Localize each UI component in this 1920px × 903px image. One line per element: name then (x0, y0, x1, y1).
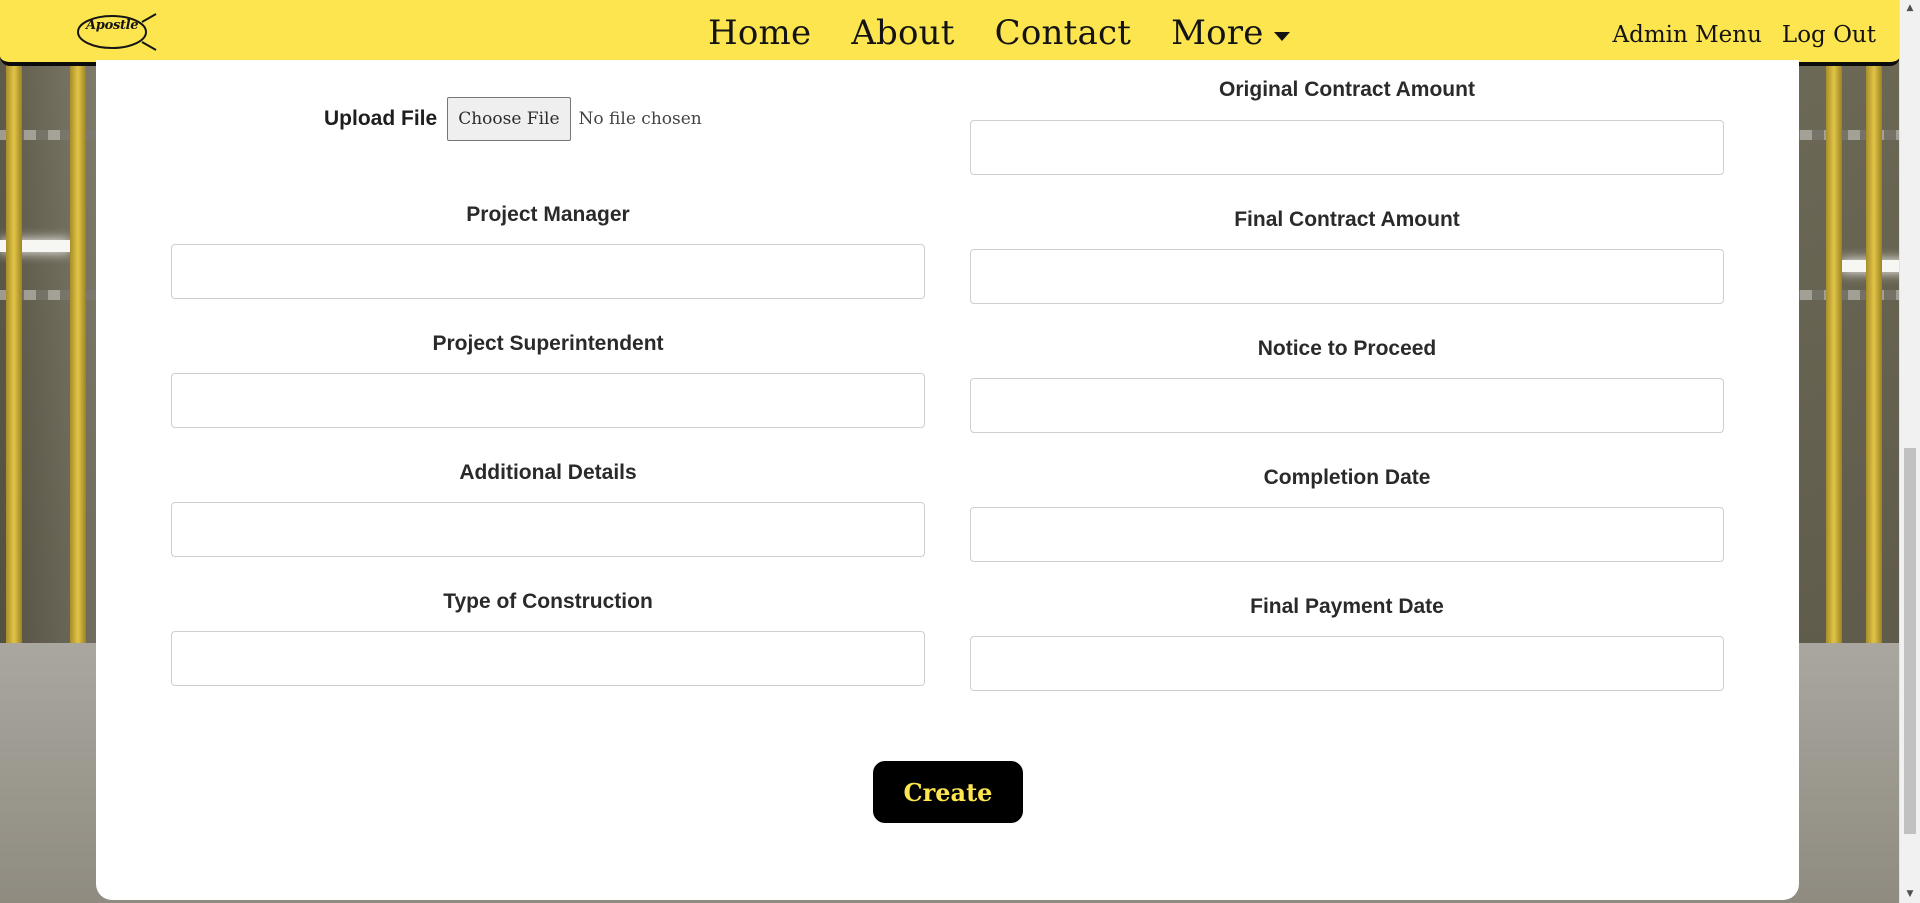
choose-file-button[interactable]: Choose File (447, 97, 571, 141)
nav-about-link[interactable]: About (851, 10, 954, 56)
user-nav: Admin Menu Log Out (1613, 20, 1877, 50)
notice-to-proceed-input[interactable] (970, 378, 1724, 433)
nav-contact-link[interactable]: Contact (995, 10, 1131, 56)
logo-text: Apostle (86, 18, 139, 33)
type-of-construction-label: Type of Construction (443, 590, 653, 613)
project-manager-input[interactable] (171, 244, 925, 299)
chevron-down-icon (1273, 31, 1290, 41)
additional-details-input[interactable] (171, 502, 925, 557)
project-manager-label: Project Manager (466, 203, 630, 226)
top-navbar: Apostle Home About Contact More Admin Me… (0, 0, 1900, 66)
original-contract-amount-label: Original Contract Amount (1219, 78, 1475, 101)
upload-file-row: Upload File Choose File No file chosen (324, 97, 702, 141)
final-contract-amount-input[interactable] (970, 249, 1724, 304)
scroll-up-arrow-icon[interactable]: ▲ (1900, 0, 1920, 17)
upload-file-label: Upload File (324, 107, 438, 130)
notice-to-proceed-label: Notice to Proceed (1257, 337, 1437, 360)
scroll-down-arrow-icon[interactable]: ▼ (1900, 886, 1920, 903)
completion-date-label: Completion Date (1263, 466, 1431, 489)
main-nav: Home About Contact More (708, 10, 1290, 56)
project-form-card: Upload File Choose File No file chosen P… (96, 60, 1799, 900)
scrollbar-thumb[interactable] (1904, 448, 1916, 834)
project-superintendent-input[interactable] (171, 373, 925, 428)
additional-details-label: Additional Details (459, 461, 637, 484)
nav-home-link[interactable]: Home (708, 10, 811, 56)
page-scrollbar[interactable]: ▲ ▼ (1899, 0, 1920, 903)
final-contract-amount-label: Final Contract Amount (1234, 208, 1460, 231)
nav-more-label: More (1171, 13, 1264, 53)
admin-menu-link[interactable]: Admin Menu (1613, 20, 1762, 50)
final-payment-date-label: Final Payment Date (1250, 595, 1444, 618)
nav-more-dropdown[interactable]: More (1171, 10, 1290, 56)
logout-link[interactable]: Log Out (1782, 20, 1876, 50)
project-superintendent-label: Project Superintendent (432, 332, 664, 355)
final-payment-date-input[interactable] (970, 636, 1724, 691)
file-status-text: No file chosen (578, 109, 702, 129)
completion-date-input[interactable] (970, 507, 1724, 562)
company-logo[interactable]: Apostle (76, 12, 158, 52)
original-contract-amount-input[interactable] (970, 120, 1724, 175)
create-button[interactable]: Create (873, 761, 1023, 823)
type-of-construction-input[interactable] (171, 631, 925, 686)
